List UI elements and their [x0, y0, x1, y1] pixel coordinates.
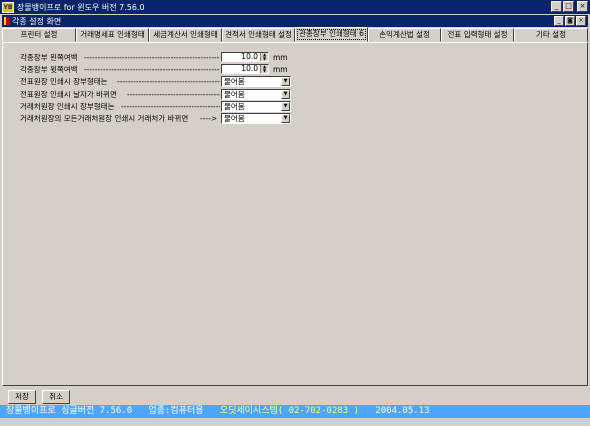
child-close-button[interactable]: ×	[576, 16, 586, 26]
all-customer-change-value: 물어봄	[224, 114, 245, 123]
status-product: 장물뱅이프로 싱글버전 7.56.0	[6, 406, 133, 416]
save-button[interactable]: 저장	[8, 390, 36, 404]
top-margin-value: 10.0	[241, 64, 258, 73]
slip-date-change-label: 전표원장 인쇄시 날자가 바뀌면	[20, 90, 117, 99]
top-margin-spinner[interactable]: 10.0 ▲ ▼	[221, 64, 269, 74]
left-margin-label: 각종장부 왼쪽여백	[20, 53, 78, 62]
status-business: 업종:컴퓨터용	[148, 406, 204, 416]
close-button[interactable]: ×	[577, 1, 588, 12]
leader-arrow: ---->	[200, 114, 218, 123]
spin-down-icon[interactable]: ▼	[260, 57, 268, 61]
settings-window-title-bar: 각종 설정 화면 _ ◙ ×	[2, 15, 588, 27]
app-title: 장물뱅이프로 for 윈도우 버전 7.56.0	[17, 2, 145, 12]
customer-ledger-format-select[interactable]: 물어봄 ▼	[221, 101, 291, 112]
status-company: 오딧세이시스템( 02-702-0283 )	[219, 406, 360, 416]
chevron-down-icon[interactable]: ▼	[281, 114, 290, 123]
leader-arrow: ----------------------------------------…	[84, 53, 220, 62]
slip-date-change-value: 물어봄	[224, 90, 245, 99]
spin-down-icon[interactable]: ▼	[260, 69, 268, 73]
tab-estimate-print[interactable]: 견적서 인쇄형태 설정	[222, 28, 295, 42]
left-margin-unit: mm	[273, 53, 288, 62]
minimize-button[interactable]: _	[551, 1, 562, 12]
tab-slip-input[interactable]: 전표 입력형태 설정	[441, 28, 514, 42]
tab-profit-calc[interactable]: 손익계산법 설정	[368, 28, 441, 42]
tab-ledger-print[interactable]: 관종장부 인쇄형태 6	[295, 27, 368, 42]
all-customer-change-label: 거래처원장의 모든거래처원장 인쇄시 거래처가 바뀌면	[20, 114, 189, 123]
customer-ledger-format-label: 거래처원장 인쇄시 장부형태는	[20, 102, 115, 111]
settings-tabs: 프린터 설정 거래명세표 인쇄형태 세금계산서 인쇄형태 견적서 인쇄형태 설정…	[2, 27, 588, 42]
top-margin-unit: mm	[273, 65, 288, 74]
slip-ledger-format-select[interactable]: 물어봄 ▼	[221, 76, 291, 87]
status-date: 2004.05.13	[375, 406, 430, 416]
maximize-button[interactable]: □	[563, 1, 574, 12]
app-icon: YB	[2, 1, 14, 13]
leader-arrow: ------------------------------------>	[127, 90, 220, 99]
child-minimize-button[interactable]: _	[554, 16, 564, 26]
app-title-bar: YB 장물뱅이프로 for 윈도우 버전 7.56.0 _ □ ×	[0, 0, 590, 14]
settings-window-title: 각종 설정 화면	[12, 16, 62, 26]
leader-arrow: ----------------------------------------…	[117, 77, 220, 86]
chevron-down-icon[interactable]: ▼	[281, 102, 290, 111]
cancel-button[interactable]: 취소	[42, 390, 70, 404]
chevron-down-icon[interactable]: ▼	[281, 77, 290, 86]
status-bar: 장물뱅이프로 싱글버전 7.56.0 업종:컴퓨터용 오딧세이시스템( 02-7…	[0, 405, 590, 418]
left-margin-spinner[interactable]: 10.0 ▲ ▼	[221, 52, 269, 62]
tab-other-settings[interactable]: 기타 설정	[514, 28, 588, 42]
tab-tax-invoice-print[interactable]: 세금계산서 인쇄형태	[149, 28, 222, 42]
child-restore-button[interactable]: ◙	[565, 16, 575, 26]
top-margin-label: 각종장부 윗쪽여백	[20, 65, 78, 74]
chevron-down-icon[interactable]: ▼	[281, 90, 290, 99]
slip-ledger-format-value: 물어봄	[224, 77, 245, 86]
slip-ledger-format-label: 전표원장 인쇄시 장부형태는	[20, 77, 108, 86]
settings-window-icon	[4, 17, 10, 25]
leader-arrow: --------------------------------------->	[121, 102, 220, 111]
all-customer-change-select[interactable]: 물어봄 ▼	[221, 113, 291, 124]
leader-arrow: ----------------------------------------…	[84, 65, 220, 74]
slip-date-change-select[interactable]: 물어봄 ▼	[221, 89, 291, 100]
left-margin-value: 10.0	[241, 52, 258, 61]
customer-ledger-format-value: 물어봄	[224, 102, 245, 111]
tab-invoice-print[interactable]: 거래명세표 인쇄형태	[76, 28, 149, 42]
tab-printer[interactable]: 프린터 설정	[2, 28, 76, 42]
